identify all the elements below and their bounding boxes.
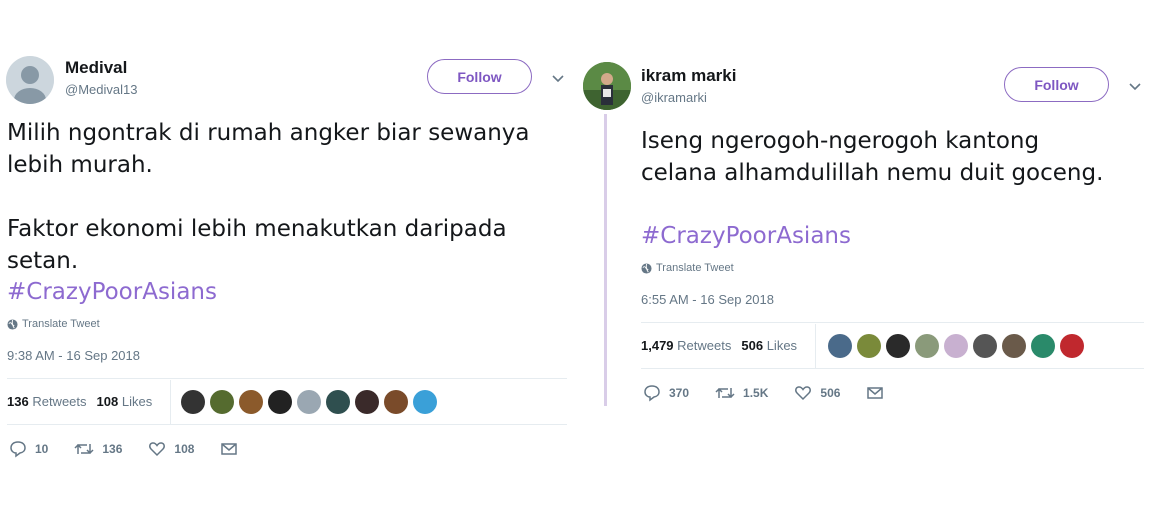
retweets-count: 136 [7, 394, 29, 409]
translate-tweet-link[interactable]: Translate Tweet [7, 318, 100, 330]
divider [7, 424, 567, 425]
heart-icon [795, 386, 812, 401]
liker-avatar[interactable] [326, 390, 350, 414]
chevron-down-icon[interactable] [550, 70, 566, 86]
tweet-actions: 370 1.5K 506 [643, 384, 910, 402]
engagement-stats: 1,479 Retweets 506 Likes [641, 338, 797, 353]
like-count: 108 [174, 442, 195, 456]
likes-count: 108 [96, 394, 119, 409]
liker-avatar[interactable] [297, 390, 321, 414]
liker-avatars [181, 390, 437, 414]
translate-label[interactable]: Translate Tweet [22, 318, 100, 330]
liker-avatar[interactable] [944, 334, 968, 358]
reply-icon [644, 385, 660, 402]
user-handle[interactable]: @ikramarki [641, 90, 707, 105]
default-avatar-icon [6, 56, 54, 104]
liker-avatar[interactable] [181, 390, 205, 414]
envelope-icon [867, 387, 884, 399]
follow-button[interactable]: Follow [427, 59, 532, 94]
reply-icon [10, 441, 26, 458]
liker-avatar[interactable] [239, 390, 263, 414]
retweets-label: Retweets [32, 394, 87, 409]
like-count: 506 [820, 386, 841, 400]
liker-avatar[interactable] [210, 390, 234, 414]
liker-avatar[interactable] [384, 390, 408, 414]
stats-separator [170, 380, 171, 424]
liker-avatar[interactable] [413, 390, 437, 414]
retweets-label: Retweets [677, 338, 732, 353]
tweet-actions: 10 136 108 [9, 440, 264, 458]
liker-avatar[interactable] [355, 390, 379, 414]
engagement-stats: 136 Retweets 108 Likes [7, 394, 152, 409]
retweet-button[interactable]: 136 [74, 440, 122, 458]
liker-avatar[interactable] [1060, 334, 1084, 358]
hashtag-link[interactable]: #CrazyPoorAsians [641, 223, 851, 249]
translate-label[interactable]: Translate Tweet [656, 262, 734, 274]
tweet-text-line: Faktor ekonomi lebih menakutkan daripada [7, 216, 507, 242]
retweet-icon [74, 443, 94, 455]
timestamp[interactable]: 9:38 AM - 16 Sep 2018 [7, 348, 140, 363]
reply-count: 370 [669, 386, 690, 400]
likes-stat[interactable]: 108 Likes [97, 394, 153, 409]
liker-avatar[interactable] [886, 334, 910, 358]
divider [641, 368, 1144, 369]
translate-tweet-link[interactable]: Translate Tweet [641, 262, 734, 274]
reply-button[interactable]: 10 [9, 440, 48, 458]
liker-avatar[interactable] [828, 334, 852, 358]
likes-count: 506 [741, 338, 764, 353]
reply-button[interactable]: 370 [643, 384, 689, 402]
dm-button[interactable] [866, 384, 884, 402]
retweet-icon [715, 387, 735, 399]
globe-icon [7, 318, 18, 330]
chevron-down-icon[interactable] [1127, 78, 1143, 94]
globe-icon [641, 262, 652, 274]
retweets-stat[interactable]: 1,479 Retweets [641, 338, 731, 353]
tweet-text: Milih ngontrak di rumah angker biar sewa… [7, 117, 572, 277]
heart-icon [149, 442, 166, 457]
user-handle[interactable]: @Medival13 [65, 82, 137, 97]
timestamp[interactable]: 6:55 AM - 16 Sep 2018 [641, 292, 774, 307]
liker-avatar[interactable] [1031, 334, 1055, 358]
reply-count: 10 [35, 442, 49, 456]
like-button[interactable]: 108 [148, 440, 194, 458]
avatar[interactable] [583, 62, 631, 110]
tweet-text-line [7, 181, 572, 213]
retweets-stat[interactable]: 136 Retweets [7, 394, 87, 409]
liker-avatar[interactable] [857, 334, 881, 358]
likes-stat[interactable]: 506 Likes [741, 338, 797, 353]
follow-button[interactable]: Follow [1004, 67, 1109, 102]
display-name[interactable]: Medival [65, 58, 127, 78]
liker-avatars [828, 334, 1084, 358]
tweet-text-line: Milih ngontrak di rumah angker biar sewa… [7, 120, 530, 146]
like-button[interactable]: 506 [794, 384, 840, 402]
liker-avatar[interactable] [268, 390, 292, 414]
retweet-button[interactable]: 1.5K [715, 384, 768, 402]
retweet-count: 136 [102, 442, 123, 456]
divider [7, 378, 567, 379]
tweet-text-line: celana alhamdulillah nemu duit goceng. [641, 160, 1104, 186]
avatar[interactable] [6, 56, 54, 104]
retweets-count: 1,479 [641, 338, 674, 353]
liker-avatar[interactable] [973, 334, 997, 358]
tweet-text-line: setan. [7, 248, 79, 274]
thread-line [604, 114, 607, 406]
liker-avatar[interactable] [1002, 334, 1026, 358]
hashtag-link[interactable]: #CrazyPoorAsians [7, 279, 217, 305]
liker-avatar[interactable] [915, 334, 939, 358]
stats-separator [815, 324, 816, 368]
likes-label: Likes [766, 338, 798, 353]
envelope-icon [221, 443, 238, 455]
tweet-text-line: lebih murah. [7, 152, 153, 178]
user-photo-icon [583, 62, 631, 110]
retweet-count: 1.5K [743, 386, 769, 400]
tweet-text: Iseng ngerogoh-ngerogoh kantong celana a… [641, 125, 1146, 189]
dm-button[interactable] [220, 440, 238, 458]
likes-label: Likes [121, 394, 153, 409]
tweet-text-line: Iseng ngerogoh-ngerogoh kantong [641, 128, 1040, 154]
divider [641, 322, 1144, 323]
display-name[interactable]: ikram marki [641, 66, 736, 86]
